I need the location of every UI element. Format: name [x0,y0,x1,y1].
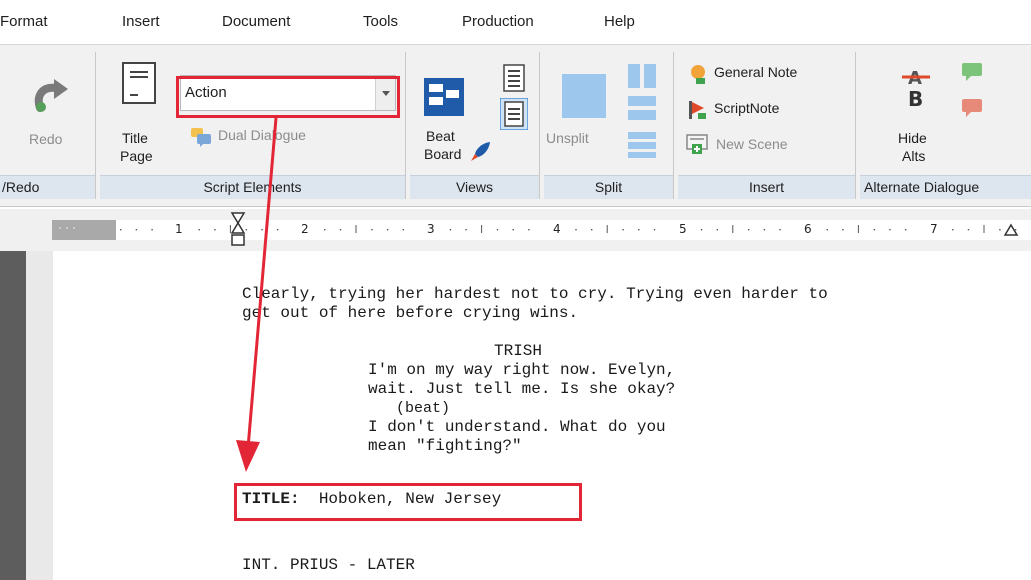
title-page-label-1: Title [122,130,148,146]
hide-alts-icon: A B [902,68,930,110]
ruler-number: 2 [301,222,309,236]
ruler-number: 4 [553,222,561,236]
new-scene-button[interactable]: New Scene [686,132,846,158]
ruler-number: 3 [427,222,435,236]
dual-dialogue-icon [191,128,211,147]
new-scene-label: New Scene [716,136,788,152]
dual-dialogue-label: Dual Dialogue [218,127,306,143]
script-view-icon[interactable] [503,64,525,92]
dialogue-line-2[interactable]: wait. Just tell me. Is she okay? [368,380,675,399]
hide-alts-label-1: Hide [898,130,927,146]
ruler-number: 7 [930,222,938,236]
menu-tools[interactable]: Tools [363,13,398,30]
ruler-number: 6 [804,222,812,236]
beat-board-icon [424,78,464,116]
split-triple-icon[interactable] [628,132,656,158]
dialogue-line-1[interactable]: I'm on my way right now. Evelyn, [368,361,675,380]
hide-alts-button[interactable]: A B Hide Alts [890,60,950,170]
title-page-label-2: Page [120,148,153,164]
general-note-button[interactable]: General Note [688,62,848,86]
ruler-number: 1 [175,222,183,236]
script-editor[interactable]: Clearly, trying her hardest not to cry. … [0,251,1031,580]
page-view-icon[interactable] [500,98,528,130]
beat-board-label-2: Board [424,146,462,162]
title-prefix: TITLE: [242,490,300,508]
ruler-track [116,220,1031,240]
menu-help[interactable]: Help [604,13,635,30]
insert-group: General Note ScriptNote New Scene Insert [678,52,856,199]
ruler-left-margin: ··· [52,220,116,240]
chevron-down-icon[interactable] [375,76,395,110]
menu-bar: Format Insert Document Tools Production … [0,0,1031,44]
split-group: Unsplit Split [544,52,674,199]
unsplit-icon [562,74,606,118]
character-name[interactable]: TRISH [494,342,542,361]
unsplit-label: Unsplit [546,130,589,146]
scriptnote-icon [689,101,706,119]
menu-production[interactable]: Production [462,13,534,30]
insert-group-label: Insert [678,175,855,199]
undo-redo-group-label: /Redo [0,175,95,199]
unsplit-button[interactable]: Unsplit [544,64,622,168]
remove-alt-dialogue-icon[interactable] [960,98,984,120]
scriptnote-button[interactable]: ScriptNote [688,98,848,122]
action-line-1[interactable]: Clearly, trying her hardest not to cry. … [242,285,828,304]
parenthetical[interactable]: (beat) [396,399,450,418]
title-element[interactable]: TITLE: Hoboken, New Jersey [242,490,501,509]
split-horizontal-icon[interactable] [628,96,656,120]
split-group-label: Split [544,175,673,199]
split-vertical-icon[interactable] [628,64,656,88]
rocket-icon [471,142,490,161]
dialogue-line-3[interactable]: I don't understand. What do you [368,418,666,437]
add-alt-dialogue-icon[interactable] [960,62,984,84]
general-note-icon [691,65,705,84]
ruler-number: 5 [679,222,687,236]
alternate-dialogue-group-label: Alternate Dialogue [860,175,1031,199]
views-group: Beat Board Views [410,52,540,199]
title-page-button[interactable]: Title Page [118,56,166,168]
action-line-2[interactable]: get out of here before crying wins. [242,304,578,323]
views-group-label: Views [410,175,539,199]
hide-alts-label-2: Alts [902,148,926,164]
redo-icon [34,79,68,112]
left-indent-marker-icon[interactable] [230,211,246,249]
menu-document[interactable]: Document [222,13,290,30]
svg-text:B: B [908,87,923,110]
beat-board-label-1: Beat [426,128,455,144]
script-element-dropdown[interactable]: Action [180,75,396,111]
redo-button[interactable]: Redo [14,64,84,159]
beat-board-button[interactable]: Beat Board [418,64,498,168]
scene-heading[interactable]: INT. PRIUS - LATER [242,556,415,575]
redo-label: Redo [29,131,63,147]
dialogue-line-4[interactable]: mean "fighting?" [368,437,522,456]
general-note-label: General Note [714,64,798,80]
new-scene-icon [686,134,708,154]
ribbon: Redo /Redo Title Page Script Elements Ac… [0,44,1031,207]
script-elements-group-label: Script Elements [100,175,405,199]
title-text: Hoboken, New Jersey [318,490,502,508]
menu-format[interactable]: Format [0,13,48,30]
scriptnote-label: ScriptNote [714,100,780,116]
right-indent-marker-icon[interactable] [1003,223,1019,237]
menu-insert[interactable]: Insert [122,13,160,30]
alternate-dialogue-group: A B Hide Alts Alternate Dialogue [860,52,1031,199]
script-element-value: Action [185,84,227,101]
ruler: ··· 1 2 3 4 5 6 7 [0,209,1031,251]
dual-dialogue-button[interactable]: Dual Dialogue [190,125,360,149]
page-edge [0,251,26,580]
title-page-icon [122,62,156,104]
undo-redo-group: Redo /Redo [0,52,96,199]
